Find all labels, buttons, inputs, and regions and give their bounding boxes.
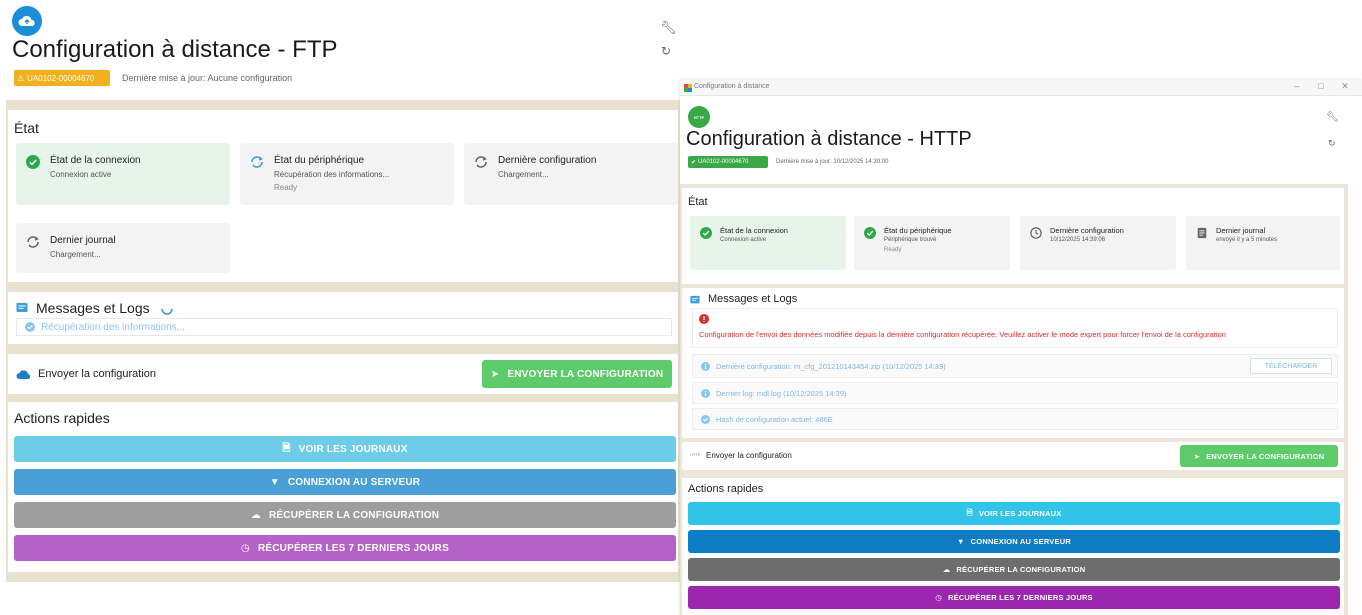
sync-icon xyxy=(27,236,39,248)
fetch-config-button[interactable]: ☁ RÉCUPÉRER LA CONFIGURATION xyxy=(14,502,676,528)
last-config-tile: Dernière configuration 10/12/2025 14:39:… xyxy=(1020,216,1176,270)
document-icon: 🗎︎ xyxy=(966,508,973,517)
content-background: État État de la connexion Connexion acti… xyxy=(6,100,680,582)
cloud-upload-icon xyxy=(16,370,31,379)
http-protocol-icon: HTTP xyxy=(688,106,710,128)
last-log-tile: Dernier journal Chargement... xyxy=(16,223,230,273)
last-update-text: Dernière mise à jour: 10/12/2025 14:39:0… xyxy=(776,159,889,165)
quick-actions-card: Actions rapides 🗎︎ VOIR LES JOURNAUX ▼ C… xyxy=(682,478,1344,615)
sync-icon xyxy=(251,156,263,168)
error-icon xyxy=(699,314,709,324)
fetch-7-days-button[interactable]: ◷ RÉCUPÉRER LES 7 DERNIERS JOURS xyxy=(14,535,676,561)
check-icon: ✔ xyxy=(691,159,697,166)
check-circle-icon xyxy=(700,227,712,239)
quick-actions-title: Actions rapides xyxy=(14,410,110,426)
cloud-download-icon: ☁ xyxy=(250,509,261,521)
content-background: État État de la connexion Connexion acti… xyxy=(680,184,1348,615)
send-config-button[interactable]: ➤ ENVOYER LA CONFIGURATION xyxy=(1180,445,1338,467)
log-row-config-hash: Hash de configuration actuel: 486E xyxy=(692,408,1338,430)
last-update-text: Dernière mise à jour: Aucune configurati… xyxy=(122,73,293,83)
sync-icon xyxy=(475,156,487,168)
wrench-icon[interactable]: 🔧︎ xyxy=(1326,112,1339,123)
http-prefix: HTTP xyxy=(690,452,701,457)
send-config-button[interactable]: ➤ ENVOYER LA CONFIGURATION xyxy=(482,360,672,388)
connect-server-button[interactable]: ▼ CONNEXION AU SERVEUR xyxy=(14,469,676,495)
send-config-card: Envoyer la configuration ➤ ENVOYER LA CO… xyxy=(8,354,678,394)
check-circle-icon xyxy=(25,322,35,332)
send-icon: ➤ xyxy=(1193,451,1201,461)
last-config-tile: Dernière configuration Chargement... xyxy=(464,143,678,205)
messages-card: Messages et Logs Configuration de l'envo… xyxy=(682,288,1344,438)
check-circle-icon xyxy=(26,155,40,169)
last-log-tile: Dernier journal envoyé il y a 5 minutes xyxy=(1186,216,1340,270)
message-icon xyxy=(16,303,28,312)
fetch-config-button[interactable]: ☁ RÉCUPÉRER LA CONFIGURATION xyxy=(688,558,1340,581)
history-icon: ◷ xyxy=(241,542,250,554)
quick-actions-card: Actions rapides 🗎︎ VOIR LES JOURNAUX ▼ C… xyxy=(8,402,678,572)
view-logs-button[interactable]: 🗎︎ VOIR LES JOURNAUX xyxy=(688,502,1340,525)
quick-actions-title: Actions rapides xyxy=(688,483,764,495)
log-row-last-log: Dernier log: mdl.log (10/12/2025 14:39) xyxy=(692,382,1338,404)
check-circle-icon xyxy=(864,227,876,239)
send-config-label: Envoyer la configuration xyxy=(706,451,792,460)
app-icon xyxy=(684,84,692,92)
send-config-card: HTTP Envoyer la configuration ➤ ENVOYER … xyxy=(682,442,1344,470)
fetch-7-days-button[interactable]: ◷ RÉCUPÉRER LES 7 DERNIERS JOURS xyxy=(688,586,1340,609)
messages-loading-row: Récupération des informations... xyxy=(16,318,672,336)
state-title: État xyxy=(14,120,39,136)
info-icon xyxy=(701,361,710,371)
minimize-button[interactable]: – xyxy=(1290,81,1304,91)
messages-title: Messages et Logs xyxy=(708,293,798,305)
page-title: Configuration à distance - FTP xyxy=(12,36,338,63)
ftp-panel: Configuration à distance - FTP 🔧︎ ↻ ⚠ UA… xyxy=(0,0,690,615)
device-id-badge: ⚠ UA0102-00004670 xyxy=(14,70,110,86)
wrench-icon[interactable]: 🔧︎ xyxy=(660,20,677,36)
state-card: État État de la connexion Connexion acti… xyxy=(8,110,678,282)
cloud-icon xyxy=(12,6,42,36)
document-icon xyxy=(1197,227,1207,239)
maximize-button[interactable]: □ xyxy=(1314,81,1328,91)
history-icon: ◷ xyxy=(935,593,942,602)
clock-icon xyxy=(1030,227,1042,239)
connection-status-tile: État de la connexion Connexion active xyxy=(690,216,846,270)
messages-card: Messages et Logs Récupération des inform… xyxy=(8,292,678,344)
device-status-tile: État du périphérique Récupération des in… xyxy=(240,143,454,205)
connection-status-tile: État de la connexion Connexion active xyxy=(16,143,230,205)
download-button[interactable]: TÉLÉCHARGER xyxy=(1250,358,1332,374)
log-row-last-config: Dernière configuration: m_cfg_2012101434… xyxy=(692,354,1338,378)
spinner-icon xyxy=(161,308,173,315)
cloud-download-icon: ☁ xyxy=(942,565,951,574)
send-config-label: Envoyer la configuration xyxy=(38,368,157,380)
check-circle-icon xyxy=(701,414,710,424)
state-card: État État de la connexion Connexion acti… xyxy=(682,188,1344,284)
close-button[interactable]: ✕ xyxy=(1338,81,1352,92)
window-titlebar: Configuration à distance – □ ✕ xyxy=(680,80,1362,96)
http-window: Configuration à distance – □ ✕ HTTP Conf… xyxy=(680,80,1362,615)
wifi-icon: ▼ xyxy=(269,476,280,488)
device-id-badge: ✔ UA0102-00004670 xyxy=(688,156,768,168)
refresh-icon[interactable]: ↻ xyxy=(1328,138,1336,149)
view-logs-button[interactable]: 🗎︎ VOIR LES JOURNAUX xyxy=(14,436,676,462)
send-icon: ➤ xyxy=(490,368,500,380)
error-message: Configuration de l'envoi des données mod… xyxy=(692,308,1338,348)
connect-server-button[interactable]: ▼ CONNEXION AU SERVEUR xyxy=(688,530,1340,553)
warning-icon: ⚠ xyxy=(17,73,25,83)
state-title: État xyxy=(688,196,708,208)
document-icon: 🗎︎ xyxy=(282,442,291,454)
info-icon xyxy=(701,388,710,398)
messages-title: Messages et Logs xyxy=(36,300,150,316)
window-title: Configuration à distance xyxy=(694,83,770,90)
page-title: Configuration à distance - HTTP xyxy=(686,128,972,150)
wifi-icon: ▼ xyxy=(957,537,965,546)
refresh-icon[interactable]: ↻ xyxy=(661,44,671,58)
message-icon xyxy=(690,295,700,304)
device-status-tile: État du périphérique Périphérique trouvé… xyxy=(854,216,1010,270)
